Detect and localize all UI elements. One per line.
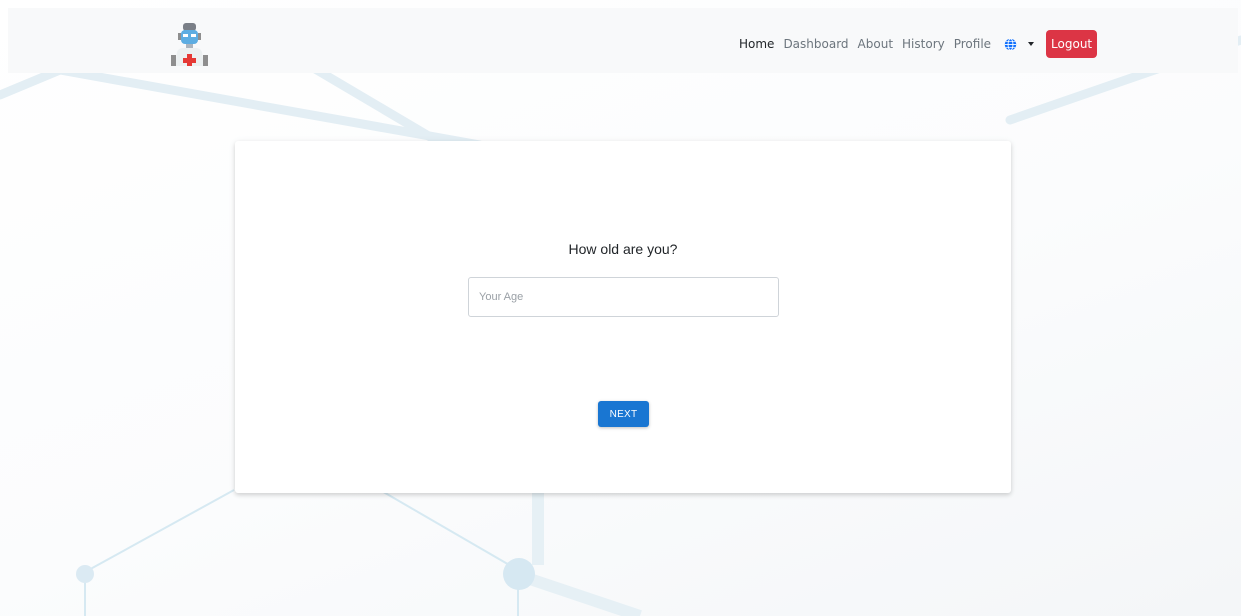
language-dropdown[interactable] bbox=[1004, 37, 1035, 51]
top-navbar: Home Dashboard About History Profile Log… bbox=[8, 8, 1238, 73]
nav-links: Home Dashboard About History Profile Log… bbox=[739, 30, 1098, 58]
page: Home Dashboard About History Profile Log… bbox=[0, 0, 1241, 616]
globe-icon bbox=[1004, 37, 1017, 51]
question-label: How old are you? bbox=[568, 241, 678, 257]
nav-link-home[interactable]: Home bbox=[739, 37, 774, 51]
doctor-robot-icon[interactable] bbox=[168, 22, 210, 66]
next-button[interactable]: NEXT bbox=[598, 401, 649, 427]
nav-link-profile[interactable]: Profile bbox=[954, 37, 991, 51]
nav-link-dashboard[interactable]: Dashboard bbox=[783, 37, 848, 51]
age-question-card: How old are you? NEXT bbox=[235, 141, 1011, 493]
nav-link-about[interactable]: About bbox=[858, 37, 893, 51]
age-input[interactable] bbox=[468, 277, 779, 317]
logout-button[interactable]: Logout bbox=[1046, 30, 1098, 58]
nav-link-history[interactable]: History bbox=[902, 37, 945, 51]
caret-down-icon bbox=[1028, 42, 1035, 46]
